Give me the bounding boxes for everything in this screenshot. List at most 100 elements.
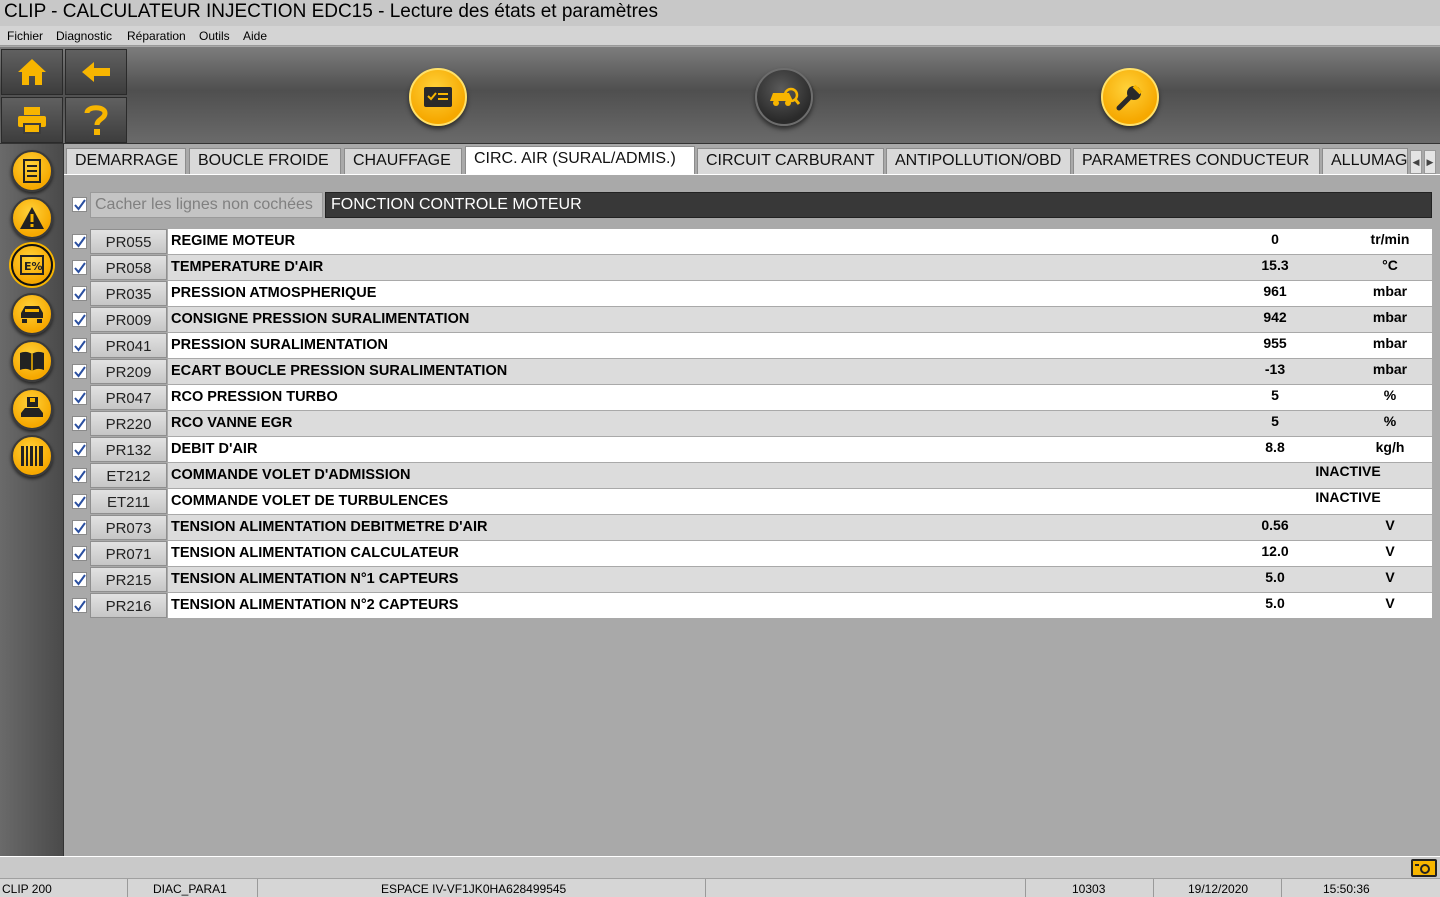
hide-unchecked-checkbox[interactable] xyxy=(72,197,87,212)
status-vehicle: ESPACE IV-VF1JK0HA628499545 xyxy=(258,879,706,897)
tab-circ-air[interactable]: CIRC. AIR (SURAL/ADMIS.) xyxy=(465,146,695,175)
parameter-value: 12.0 xyxy=(1261,543,1289,559)
sidebar-manual-button[interactable] xyxy=(11,340,53,382)
tab-parametres-conducteur[interactable]: PARAMETRES CONDUCTEUR xyxy=(1073,148,1320,174)
row-checkbox[interactable] xyxy=(72,442,87,457)
parameter-value: 5 xyxy=(1271,387,1279,403)
parameter-row: ET211 COMMANDE VOLET DE TURBULENCES INACTI… xyxy=(90,488,1432,514)
menu-outils[interactable]: Outils xyxy=(199,29,230,43)
parameter-code-button[interactable]: PR047 xyxy=(90,385,167,410)
parameter-unit: V xyxy=(1385,543,1395,559)
sidebar-parameters-button[interactable]: E% xyxy=(11,244,53,286)
parameter-row: ET212 COMMANDE VOLET D'ADMISSION INACTIVE xyxy=(90,462,1432,488)
parameter-code-button[interactable]: PR055 xyxy=(90,229,167,254)
hide-unchecked-button[interactable]: Cacher les lignes non cochées xyxy=(90,192,323,218)
parameter-code-button[interactable]: PR041 xyxy=(90,333,167,358)
barcode-icon xyxy=(21,446,43,466)
checklist-button[interactable] xyxy=(409,68,467,126)
row-checkbox[interactable] xyxy=(72,598,87,613)
function-header: FONCTION CONTROLE MOTEUR xyxy=(325,192,1432,218)
vehicle-diagnostic-icon xyxy=(770,87,801,106)
parameter-code-button[interactable]: PR071 xyxy=(90,541,167,566)
parameter-code-button[interactable]: PR073 xyxy=(90,515,167,540)
parameter-row: PR035 PRESSION ATMOSPHERIQUE 961 mbar xyxy=(90,280,1432,306)
parameter-code-button[interactable]: PR132 xyxy=(90,437,167,462)
sidebar-save-vehicle-button[interactable] xyxy=(11,388,53,430)
row-checkbox[interactable] xyxy=(72,468,87,483)
row-checkbox[interactable] xyxy=(72,312,87,327)
tab-antipollution[interactable]: ANTIPOLLUTION/OBD xyxy=(886,148,1071,174)
parameter-code-button[interactable]: PR220 xyxy=(90,411,167,436)
row-checkbox[interactable] xyxy=(72,572,87,587)
left-sidebar: E% xyxy=(0,144,64,856)
print-button[interactable] xyxy=(1,97,63,143)
parameter-code-button[interactable]: PR058 xyxy=(90,255,167,280)
row-checkbox[interactable] xyxy=(72,494,87,509)
parameter-code-button[interactable]: PR035 xyxy=(90,281,167,306)
parameter-unit: mbar xyxy=(1372,283,1408,299)
tools-button[interactable] xyxy=(1101,68,1159,126)
parameter-unit: mbar xyxy=(1372,361,1408,377)
menu-diagnostic[interactable]: Diagnostic xyxy=(56,29,112,43)
home-button[interactable] xyxy=(1,49,63,95)
help-button[interactable] xyxy=(65,97,127,143)
parameter-row: PR215 TENSION ALIMENTATION N°1 CAPTEURS 5.… xyxy=(90,566,1432,592)
tab-scroll-right-button[interactable]: ▶ xyxy=(1424,150,1436,174)
parameter-code-button[interactable]: PR209 xyxy=(90,359,167,384)
parameter-unit: tr/min xyxy=(1370,231,1410,247)
menu-fichier[interactable]: Fichier xyxy=(7,29,43,43)
parameters-icon: E% xyxy=(20,255,44,275)
sidebar-vehicle-button[interactable] xyxy=(11,293,53,335)
parameter-label: COMMANDE VOLET D'ADMISSION xyxy=(168,463,1432,488)
tab-circuit-carburant[interactable]: CIRCUIT CARBURANT xyxy=(697,148,884,174)
manual-icon xyxy=(20,351,44,371)
report-icon xyxy=(23,159,41,183)
checkmark-icon xyxy=(74,366,86,378)
wrench-icon xyxy=(1116,84,1143,111)
checkmark-icon xyxy=(74,496,86,508)
parameter-code-button[interactable]: PR215 xyxy=(90,567,167,592)
checkmark-icon xyxy=(74,444,86,456)
vehicle-icon xyxy=(21,306,43,323)
parameter-row: PR009 CONSIGNE PRESSION SURALIMENTATION 94… xyxy=(90,306,1432,332)
row-checkbox[interactable] xyxy=(72,520,87,535)
tab-demarrage[interactable]: DEMARRAGE xyxy=(66,148,186,174)
row-checkbox[interactable] xyxy=(72,286,87,301)
parameter-value: -13 xyxy=(1264,361,1286,377)
tab-scroll-left-button[interactable]: ◀ xyxy=(1410,150,1422,174)
sidebar-report-button[interactable] xyxy=(11,150,53,192)
tab-chauffage[interactable]: CHAUFFAGE xyxy=(344,148,462,174)
tab-boucle-froide[interactable]: BOUCLE FROIDE xyxy=(189,148,341,174)
row-checkbox[interactable] xyxy=(72,390,87,405)
menu-reparation[interactable]: Réparation xyxy=(127,29,186,43)
tab-bar: DEMARRAGE BOUCLE FROIDE CHAUFFAGE CIRC. … xyxy=(64,144,1440,175)
parameter-code-button[interactable]: PR009 xyxy=(90,307,167,332)
menu-aide[interactable]: Aide xyxy=(243,29,267,43)
parameter-code-button[interactable]: ET212 xyxy=(90,463,167,488)
row-checkbox[interactable] xyxy=(72,416,87,431)
vehicle-diagnostic-button[interactable] xyxy=(755,68,813,126)
checkmark-icon xyxy=(74,392,86,404)
checkmark-icon xyxy=(74,314,86,326)
parameter-code-button[interactable]: PR216 xyxy=(90,593,167,618)
parameter-value: 942 xyxy=(1263,309,1287,325)
tab-allumage[interactable]: ALLUMAGE xyxy=(1322,148,1408,174)
status-bar: CLIP 200 DIAC_PARA1 ESPACE IV-VF1JK0HA62… xyxy=(0,878,1440,897)
checkmark-icon xyxy=(74,262,86,274)
sidebar-faults-button[interactable] xyxy=(11,197,53,239)
parameter-unit: V xyxy=(1385,569,1395,585)
row-checkbox[interactable] xyxy=(72,260,87,275)
screenshot-button[interactable] xyxy=(1411,859,1437,877)
parameter-state: INACTIVE xyxy=(1315,489,1381,505)
parameter-code-button[interactable]: ET211 xyxy=(90,489,167,514)
row-checkbox[interactable] xyxy=(72,234,87,249)
row-checkbox[interactable] xyxy=(72,338,87,353)
checkmark-icon xyxy=(74,470,86,482)
status-empty xyxy=(706,879,1026,897)
back-button[interactable] xyxy=(65,49,127,95)
row-checkbox[interactable] xyxy=(72,546,87,561)
row-checkbox[interactable] xyxy=(72,364,87,379)
parameter-unit: mbar xyxy=(1372,335,1408,351)
checkmark-icon xyxy=(74,418,86,430)
sidebar-barcode-button[interactable] xyxy=(11,435,53,477)
